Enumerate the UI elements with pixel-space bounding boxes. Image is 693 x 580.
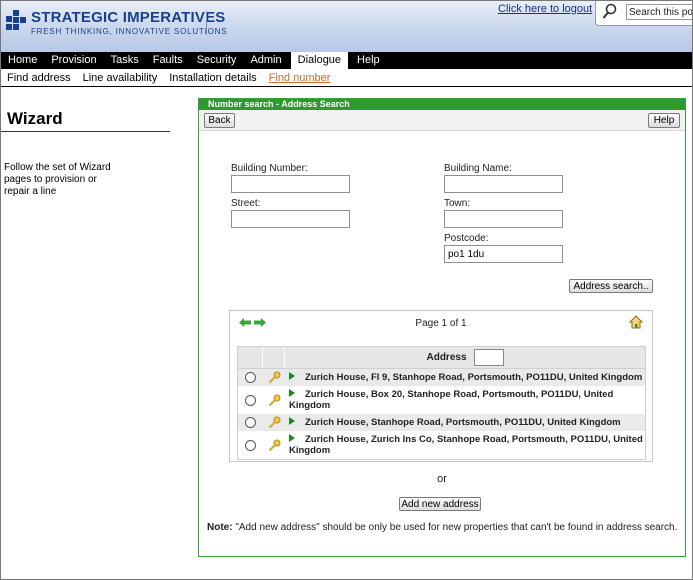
- nav-item-dialogue[interactable]: Dialogue: [290, 52, 349, 69]
- or-separator: or: [437, 473, 447, 485]
- sub-nav: Find address Line availability Installat…: [1, 69, 692, 87]
- expand-arrow-icon[interactable]: [289, 417, 295, 425]
- logout-link[interactable]: Click here to logout: [498, 3, 592, 15]
- header: STRATEGIC IMPERATIVES FRESH THINKING, IN…: [1, 1, 692, 52]
- app-window: STRATEGIC IMPERATIVES FRESH THINKING, IN…: [0, 0, 693, 580]
- address-column-header: Address: [426, 352, 467, 363]
- table-header: Address: [238, 347, 645, 369]
- street-label: Street:: [231, 198, 261, 209]
- town-label: Town:: [444, 198, 471, 209]
- town-input[interactable]: [444, 210, 563, 228]
- key-icon[interactable]: [268, 394, 281, 407]
- subnav-item-find-number[interactable]: Find number: [263, 72, 337, 84]
- wizard-title: Wizard: [7, 109, 63, 128]
- panel-toolbar: Back Help: [199, 110, 685, 131]
- search-input[interactable]: [626, 4, 692, 20]
- street-input[interactable]: [231, 210, 350, 228]
- subnav-item-line-availability[interactable]: Line availability: [77, 72, 164, 84]
- search-box: [595, 1, 692, 26]
- building-name-input[interactable]: [444, 175, 563, 193]
- postcode-label: Postcode:: [444, 233, 489, 244]
- nav-item-provision[interactable]: Provision: [44, 52, 103, 69]
- building-number-input[interactable]: [231, 175, 350, 193]
- results-pager: Page 1 of 1: [230, 311, 652, 335]
- brand-tagline: FRESH THINKING, INNOVATIVE SOLUTIONS: [31, 27, 228, 36]
- nav-item-help[interactable]: Help: [350, 52, 387, 69]
- home-icon[interactable]: [629, 315, 643, 329]
- nav-item-tasks[interactable]: Tasks: [104, 52, 146, 69]
- help-button[interactable]: Help: [648, 113, 680, 128]
- table-row[interactable]: Zurich House, Fl 9, Stanhope Road, Ports…: [238, 369, 645, 387]
- panel-title: Number search - Address Search: [199, 99, 685, 110]
- subnav-item-installation-details[interactable]: Installation details: [163, 72, 262, 84]
- address-search-panel: Number search - Address Search Back Help…: [198, 98, 686, 557]
- key-icon[interactable]: [268, 371, 281, 384]
- address-text: Zurich House, Fl 9, Stanhope Road, Ports…: [305, 372, 643, 383]
- expand-arrow-icon[interactable]: [289, 372, 295, 380]
- table-row[interactable]: Zurich House, Zurich Ins Co, Stanhope Ro…: [238, 432, 645, 459]
- expand-arrow-icon[interactable]: [289, 434, 295, 442]
- brand-logo: STRATEGIC IMPERATIVES FRESH THINKING, IN…: [6, 10, 227, 36]
- logo-mark-icon: [6, 10, 27, 31]
- address-search-button[interactable]: Address search..: [569, 279, 653, 293]
- row-select-radio[interactable]: [245, 372, 256, 383]
- add-new-address-button[interactable]: Add new address: [399, 497, 481, 511]
- back-button[interactable]: Back: [204, 113, 235, 128]
- main-nav: Home Provision Tasks Faults Security Adm…: [1, 52, 692, 69]
- results-box: Page 1 of 1 Address Zurich House, Fl 9, …: [229, 310, 653, 462]
- note-text: Note: "Add new address" should be only b…: [207, 522, 677, 533]
- key-icon[interactable]: [268, 416, 281, 429]
- key-icon[interactable]: [268, 439, 281, 452]
- nav-item-admin[interactable]: Admin: [243, 52, 288, 69]
- table-row[interactable]: Zurich House, Stanhope Road, Portsmouth,…: [238, 414, 645, 432]
- table-row[interactable]: Zurich House, Box 20, Stanhope Road, Por…: [238, 387, 645, 414]
- address-text: Zurich House, Stanhope Road, Portsmouth,…: [305, 417, 621, 428]
- header-divider: [206, 11, 207, 35]
- address-text: Zurich House, Box 20, Stanhope Road, Por…: [289, 389, 614, 411]
- brand-title: STRATEGIC IMPERATIVES: [31, 9, 226, 26]
- subnav-item-find-address[interactable]: Find address: [1, 72, 77, 84]
- wizard-divider: [1, 131, 170, 132]
- row-select-radio[interactable]: [245, 417, 256, 428]
- wizard-description: Follow the set of Wizard pages to provis…: [4, 162, 111, 197]
- building-name-label: Building Name:: [444, 163, 512, 174]
- note-body: "Add new address" should be only be used…: [232, 522, 678, 533]
- address-table: Address Zurich House, Fl 9, Stanhope Roa…: [237, 346, 646, 460]
- row-select-radio[interactable]: [245, 394, 256, 406]
- nav-item-home[interactable]: Home: [1, 52, 44, 69]
- address-text: Zurich House, Zurich Ins Co, Stanhope Ro…: [289, 434, 643, 456]
- expand-arrow-icon[interactable]: [289, 389, 295, 397]
- building-number-label: Building Number:: [231, 163, 308, 174]
- search-icon[interactable]: [602, 3, 618, 21]
- nav-item-faults[interactable]: Faults: [146, 52, 190, 69]
- note-label: Note:: [207, 522, 233, 533]
- page-info: Page 1 of 1: [415, 318, 467, 329]
- nav-item-security[interactable]: Security: [190, 52, 244, 69]
- postcode-input[interactable]: [444, 245, 563, 263]
- row-select-radio[interactable]: [245, 439, 256, 451]
- address-filter-input[interactable]: [473, 349, 504, 366]
